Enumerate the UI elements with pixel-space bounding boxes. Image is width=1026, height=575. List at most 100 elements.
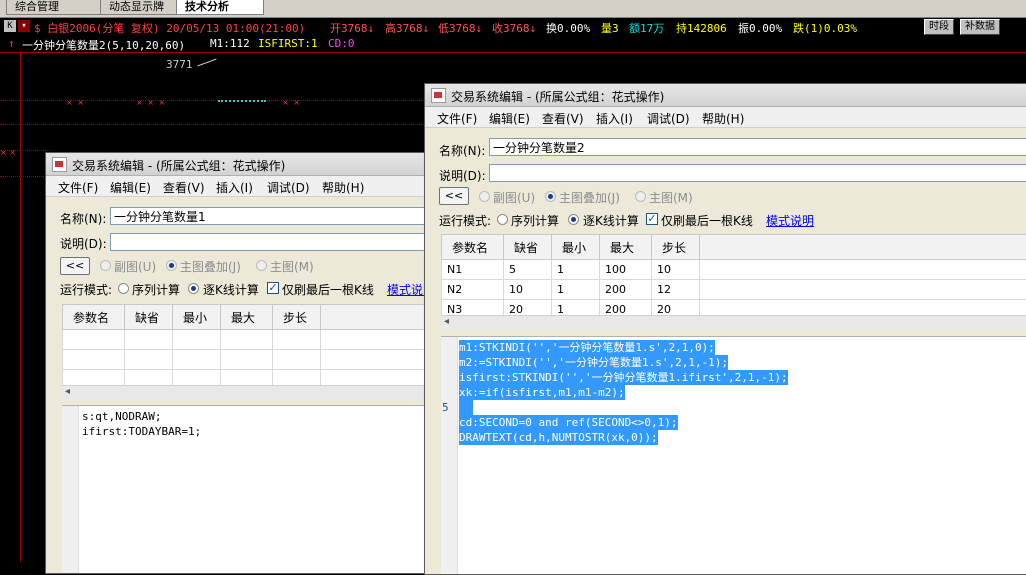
- collapse-button[interactable]: <<: [439, 187, 469, 205]
- column-header[interactable]: 步长: [273, 305, 321, 330]
- description-label: 说明(D):: [60, 235, 107, 252]
- radio-main-overlay[interactable]: [545, 191, 556, 202]
- column-header[interactable]: 最大: [600, 235, 652, 260]
- column-header[interactable]: 最小: [173, 305, 221, 330]
- tab-dynamic-board[interactable]: 动态显示牌: [100, 0, 188, 15]
- column-header[interactable]: 步长: [652, 235, 700, 260]
- time-period-button[interactable]: 时段: [924, 19, 954, 35]
- code-line: [459, 400, 473, 415]
- table-row[interactable]: N2 10 1 200 12: [442, 280, 1026, 300]
- code-line: s:qt,NODRAW;: [82, 409, 161, 424]
- param-step[interactable]: 10: [652, 260, 700, 280]
- name-field[interactable]: 一分钟分笔数量1: [110, 207, 447, 225]
- window-title: 交易系统编辑 - (所属公式组：花式操作): [451, 88, 664, 105]
- amount: 额17万: [629, 20, 664, 36]
- param-min[interactable]: 1: [552, 260, 600, 280]
- description-field[interactable]: [110, 233, 447, 251]
- indicator-isfirst: ISFIRST:1: [258, 37, 318, 50]
- menu-help[interactable]: 帮助(H): [702, 110, 744, 127]
- radio-main-chart[interactable]: [635, 191, 646, 202]
- menu-debug[interactable]: 调试(D): [267, 179, 310, 196]
- k-button[interactable]: K: [4, 20, 16, 32]
- dropdown-icon[interactable]: ▾: [18, 20, 30, 32]
- description-field[interactable]: [489, 164, 1026, 182]
- run-mode-series: 序列计算: [511, 212, 559, 229]
- radio-main-overlay[interactable]: [166, 260, 177, 271]
- tab-technical-analysis[interactable]: 技术分析: [176, 0, 264, 15]
- menu-file[interactable]: 文件(F): [437, 110, 477, 127]
- turnover: 换0.00%: [546, 20, 590, 36]
- title-bar[interactable]: 交易系统编辑 - (所属公式组：花式操作): [46, 153, 446, 176]
- radio-sub-chart[interactable]: [479, 191, 490, 202]
- radio-per-bar-calc[interactable]: [188, 283, 199, 294]
- code-editor[interactable]: s:qt,NODRAW; ifirst:TODAYBAR=1;: [62, 405, 446, 574]
- title-bar[interactable]: 交易系统编辑 - (所属公式组：花式操作): [425, 84, 1026, 107]
- menu-debug[interactable]: 调试(D): [647, 110, 690, 127]
- menu-view[interactable]: 查看(V): [542, 110, 584, 127]
- option-sub-chart: 副图(U): [114, 258, 156, 275]
- symbol-name: $ 白银2006(分笔 复权) 20/05/13 01:00(21:00): [34, 20, 305, 36]
- code-editor[interactable]: 5 m1:STKINDI('','一分钟分笔数量1.s',2,1,0); m2:…: [441, 336, 1026, 575]
- radio-series-calc[interactable]: [118, 283, 129, 294]
- menu-edit[interactable]: 编辑(E): [110, 179, 151, 196]
- column-header[interactable]: 参数名: [442, 235, 504, 260]
- name-field[interactable]: 一分钟分笔数量2: [489, 138, 1026, 156]
- table-row[interactable]: N1 5 1 100 10: [442, 260, 1026, 280]
- param-min[interactable]: 1: [552, 280, 600, 300]
- horizontal-scrollbar[interactable]: [62, 385, 442, 400]
- menu-view[interactable]: 查看(V): [163, 179, 205, 196]
- radio-main-chart[interactable]: [256, 260, 267, 271]
- horizontal-scrollbar[interactable]: [441, 315, 1026, 330]
- menu-bar: 文件(F) 编辑(E) 查看(V) 插入(I) 调试(D) 帮助(H): [46, 176, 446, 197]
- collapse-button[interactable]: <<: [60, 257, 90, 275]
- menu-edit[interactable]: 编辑(E): [489, 110, 530, 127]
- menu-help[interactable]: 帮助(H): [322, 179, 364, 196]
- column-header[interactable]: 缺省: [125, 305, 173, 330]
- run-mode-label: 运行模式:: [60, 281, 112, 298]
- param-default[interactable]: 5: [504, 260, 552, 280]
- param-default[interactable]: 10: [504, 280, 552, 300]
- zigzag-line: [218, 100, 266, 106]
- fill-data-button[interactable]: 补数据: [960, 19, 1000, 35]
- radio-series-calc[interactable]: [497, 214, 508, 225]
- radio-sub-chart[interactable]: [100, 260, 111, 271]
- column-header[interactable]: 参数名: [63, 305, 125, 330]
- mode-help-link[interactable]: 模式说明: [766, 212, 814, 229]
- high-price: 高3768↓: [385, 20, 429, 36]
- code-line: cd:SECOND=0 and ref(SECOND<>0,1);: [459, 415, 678, 430]
- grid-line: [0, 176, 50, 177]
- last-bar-only-checkbox[interactable]: ✓: [646, 213, 658, 225]
- param-max[interactable]: 200: [600, 280, 652, 300]
- param-name[interactable]: N2: [442, 280, 504, 300]
- tab-management[interactable]: 综合管理: [6, 0, 108, 15]
- change: 跌(1)0.03%: [793, 20, 857, 36]
- code-line: DRAWTEXT(cd,h,NUMTOSTR(xk,0));: [459, 430, 658, 445]
- option-main-overlay: 主图叠加(J): [559, 189, 620, 206]
- tab-bar: 综合管理 动态显示牌 技术分析: [0, 0, 1026, 18]
- param-name[interactable]: N1: [442, 260, 504, 280]
- window-title: 交易系统编辑 - (所属公式组：花式操作): [72, 157, 285, 174]
- table-row[interactable]: [63, 330, 442, 350]
- radio-per-bar-calc[interactable]: [568, 214, 579, 225]
- column-header[interactable]: 最大: [221, 305, 273, 330]
- run-mode-per-bar: 逐K线计算: [203, 281, 259, 298]
- price-pointer: [197, 59, 216, 67]
- menu-insert[interactable]: 插入(I): [596, 110, 633, 127]
- table-row[interactable]: [63, 350, 442, 370]
- column-header[interactable]: 缺省: [504, 235, 552, 260]
- param-step[interactable]: 12: [652, 280, 700, 300]
- menu-insert[interactable]: 插入(I): [216, 179, 253, 196]
- trade-marks: × ×: [66, 98, 85, 107]
- column-header[interactable]: 最小: [552, 235, 600, 260]
- menu-file[interactable]: 文件(F): [58, 179, 98, 196]
- quote-bar: K ▾ $ 白银2006(分笔 复权) 20/05/13 01:00(21:00…: [0, 18, 1026, 36]
- volume: 量3: [601, 20, 619, 36]
- code-line: xk:=if(isfirst,m1,m1-m2);: [459, 385, 625, 400]
- line-gutter: [441, 337, 458, 575]
- param-max[interactable]: 100: [600, 260, 652, 280]
- close-price: 收3768↓: [492, 20, 536, 36]
- chart-border-left: [20, 52, 21, 562]
- last-bar-only-checkbox[interactable]: ✓: [267, 282, 279, 294]
- description-label: 说明(D):: [439, 167, 486, 184]
- up-arrow-icon: ↑: [8, 37, 15, 50]
